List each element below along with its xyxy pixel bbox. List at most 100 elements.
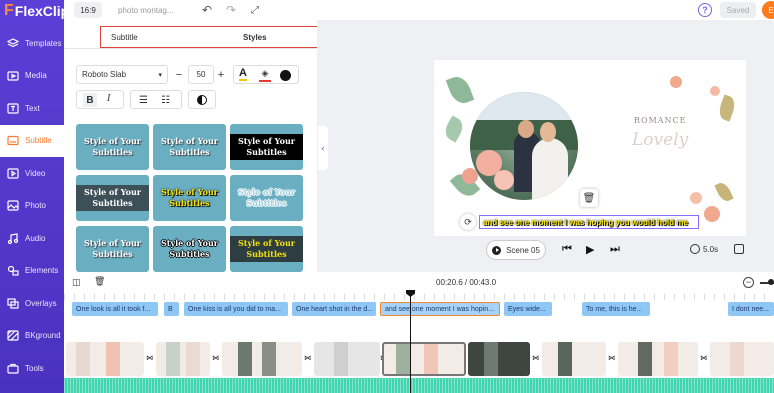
help-icon[interactable]: ? (698, 3, 712, 17)
subtitle-chip[interactable]: I dont nee... (728, 302, 774, 316)
sidebar-item-bkground[interactable]: BKground (0, 320, 64, 353)
style-card[interactable]: Style of Your Subtitles (153, 124, 226, 170)
flower-decoration (462, 168, 478, 184)
transition-icon[interactable]: ⋈ (304, 354, 312, 362)
next-icon[interactable]: ⏭ (610, 243, 620, 256)
play-icon[interactable]: ▶ (586, 243, 594, 256)
style-card[interactable]: Style of Your Subtitles (76, 226, 149, 272)
sidebar-item-overlays[interactable]: Overlays (0, 287, 64, 320)
sidebar-item-tools[interactable]: Tools (0, 352, 64, 385)
fit-screen-icon[interactable] (734, 244, 744, 254)
scene-clip[interactable] (468, 342, 530, 376)
scene-clip[interactable] (156, 342, 210, 376)
opacity-icon[interactable] (197, 95, 207, 105)
font-size-decrease-button[interactable]: − (172, 65, 186, 84)
rotate-icon[interactable]: ⟳ (460, 214, 476, 230)
sidebar-item-audio[interactable]: Audio (0, 222, 64, 255)
style-card[interactable]: Style of Your Subtitles (230, 175, 303, 221)
italic-icon[interactable]: I (107, 93, 110, 104)
transition-icon[interactable]: ⋈ (212, 354, 220, 362)
previous-icon[interactable]: ⏮ (562, 243, 572, 256)
sidebar-item-photo[interactable]: Photo (0, 190, 64, 223)
transition-icon[interactable]: ⋈ (608, 354, 616, 362)
delete-element-icon[interactable]: 🗑 (580, 189, 598, 207)
tab-subtitle[interactable]: Subtitle (111, 33, 138, 42)
scene-clip[interactable] (66, 342, 144, 376)
overlays-icon (6, 298, 19, 309)
video-icon (6, 168, 19, 179)
style-card[interactable]: Style of Your Subtitles (153, 175, 226, 221)
aspect-ratio-button[interactable]: 16:9 (74, 2, 102, 18)
subtitle-chip-selected[interactable]: and see one moment I was hopin... (380, 302, 500, 316)
style-card[interactable]: Style of Your Subtitles (76, 124, 149, 170)
scene-clip[interactable] (314, 342, 380, 376)
scene-clip[interactable] (542, 342, 606, 376)
split-icon[interactable]: ◫ (72, 277, 81, 288)
scene-clip[interactable] (618, 342, 698, 376)
couple-photo[interactable] (470, 92, 578, 200)
subtitle-chip[interactable]: One heart shot in the d... (292, 302, 376, 316)
flexclip-logo[interactable]: F FlexClip (0, 0, 69, 22)
align-tools: ☰ ☷ (130, 90, 182, 109)
scene-clip-selected[interactable] (382, 342, 466, 376)
leaf-decoration (716, 94, 738, 122)
scene-clip[interactable] (710, 342, 774, 376)
sidebar-item-label: BKground (25, 331, 61, 341)
sidebar-item-subtitle[interactable]: Subtitle (0, 124, 64, 157)
transition-icon[interactable]: ⋈ (146, 354, 154, 362)
subtitle-chip[interactable]: One kiss is all you did to ma... (184, 302, 288, 316)
font-family-select[interactable]: Roboto Slab ▾ (76, 65, 168, 84)
subtitle-chip[interactable]: One look is all it took f... (72, 302, 158, 316)
avatar[interactable]: E (762, 1, 774, 19)
time-display: 00:20.6 / 00:43.0 (436, 278, 497, 287)
font-size-increase-button[interactable]: + (214, 65, 228, 84)
subtitle-chip[interactable]: To me, this is he... (582, 302, 650, 316)
transition-icon[interactable]: ⋈ (700, 354, 708, 362)
style-card[interactable]: Style of Your Subtitles (76, 175, 149, 221)
sidebar-item-media[interactable]: Media (0, 60, 64, 93)
text-position-icon[interactable]: ☷ (161, 95, 170, 106)
trash-icon[interactable]: 🗑 (94, 276, 105, 287)
zoom-slider-knob[interactable] (768, 279, 774, 285)
fullscreen-icon[interactable]: ⤢ (248, 3, 262, 17)
text-icon (6, 103, 19, 114)
flower-decoration (710, 86, 720, 96)
align-center-icon[interactable]: ☰ (139, 95, 148, 106)
tab-styles[interactable]: Styles (243, 33, 267, 42)
scene-clip[interactable] (222, 342, 302, 376)
font-size-field[interactable]: 50 (188, 65, 214, 84)
transition-icon[interactable]: ⋈ (532, 354, 540, 362)
play-scene-button[interactable]: Scene 05 (486, 240, 546, 260)
lovely-text[interactable]: Lovely (632, 130, 688, 150)
text-color-icon[interactable]: A (239, 67, 247, 81)
project-title[interactable]: photo montag... (118, 6, 190, 15)
subtitle-text-box[interactable]: and see one moment I was hoping you woul… (479, 215, 699, 229)
sidebar-item-video[interactable]: Video (0, 157, 64, 190)
redo-icon[interactable]: ↷ (224, 3, 238, 17)
preview-canvas[interactable]: ROMANCE Lovely 🗑 ⟳ and see one moment I … (434, 60, 746, 236)
sidebar-item-templates[interactable]: Templates (0, 27, 64, 60)
saved-status: Saved (720, 2, 756, 18)
style-card[interactable]: Style of Your Subtitles (230, 226, 303, 272)
zoom-out-icon[interactable]: − (743, 277, 754, 288)
undo-icon[interactable]: ↶ (200, 3, 214, 17)
playhead[interactable] (410, 292, 411, 393)
scene-duration[interactable]: 5.0s (690, 244, 718, 254)
romance-text[interactable]: ROMANCE (634, 116, 687, 125)
subtitle-chip[interactable]: B (164, 302, 179, 316)
style-card[interactable]: Style of Your Subtitles (230, 124, 303, 170)
video-track: ⋈ ⋈ ⋈ ⋈ ⋈ ⋈ ⋈ (64, 342, 774, 376)
stroke-color-icon[interactable] (280, 70, 291, 81)
subtitle-icon (6, 135, 19, 146)
bold-icon[interactable]: B (83, 93, 97, 107)
style-card[interactable]: Style of Your Subtitles (153, 226, 226, 272)
panel-tabs: Subtitle Styles (100, 26, 320, 48)
collapse-panel-icon[interactable]: ‹ (318, 126, 328, 170)
flower-decoration (704, 206, 720, 222)
audio-waveform-track[interactable] (64, 378, 774, 393)
subtitle-chip[interactable]: Eyes wide... (504, 302, 552, 316)
background-color-icon[interactable]: ◈ (259, 68, 271, 82)
time-ruler[interactable] (64, 294, 774, 300)
sidebar-item-text[interactable]: Text (0, 92, 64, 125)
sidebar-item-elements[interactable]: Elements (0, 255, 64, 288)
